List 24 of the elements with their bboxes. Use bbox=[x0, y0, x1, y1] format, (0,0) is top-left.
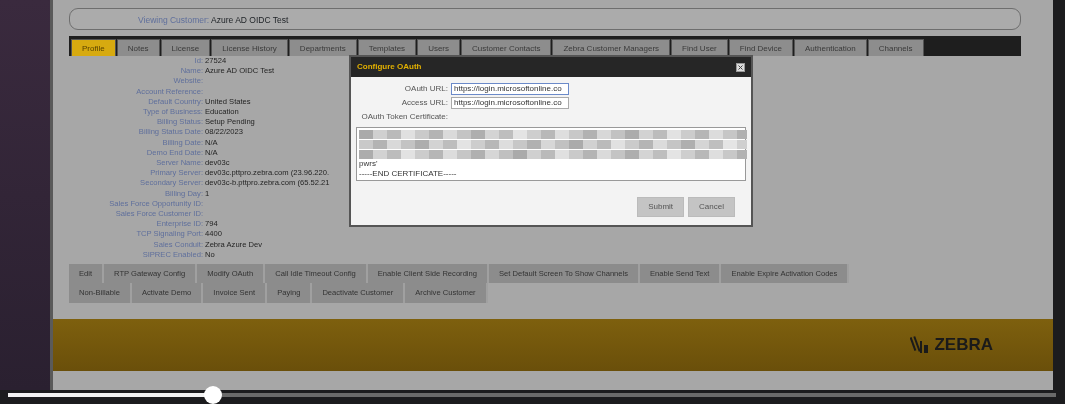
dialog-title: Configure OAuth bbox=[357, 61, 422, 73]
url-field[interactable]: https://login.microsoftonline.co bbox=[451, 97, 569, 109]
dialog-button[interactable]: Submit bbox=[637, 197, 685, 217]
field-label: OAuth Token Certificate: bbox=[360, 111, 449, 123]
tab[interactable]: Find Device bbox=[728, 39, 793, 56]
zebra-stripes-icon bbox=[910, 334, 931, 355]
tab[interactable]: License History bbox=[211, 39, 288, 56]
banner-label: Viewing Customer: bbox=[138, 15, 210, 25]
customer-name: Azure AD OIDC Test bbox=[211, 15, 289, 25]
tab[interactable]: Departments bbox=[288, 39, 357, 56]
certificate-line: -----END CERTIFICATE----- bbox=[359, 169, 458, 179]
certificate-line: pwrs' bbox=[359, 159, 379, 169]
tab[interactable]: Channels bbox=[867, 39, 924, 56]
close-button[interactable] bbox=[736, 62, 745, 72]
tab[interactable]: Notes bbox=[116, 39, 160, 56]
field-label: Access URL: bbox=[400, 97, 449, 109]
tab[interactable]: License bbox=[160, 39, 211, 56]
dialog-button[interactable]: Cancel bbox=[688, 197, 735, 217]
tab[interactable]: Profile bbox=[71, 39, 116, 56]
scrubber-handle[interactable] bbox=[204, 386, 223, 404]
field-label: OAuth URL: bbox=[403, 83, 449, 95]
tab[interactable]: Authentication bbox=[794, 39, 867, 56]
zebra-logo: ZEBRA bbox=[934, 334, 993, 357]
url-field[interactable]: https://login.microsoftonline.co bbox=[451, 83, 569, 95]
